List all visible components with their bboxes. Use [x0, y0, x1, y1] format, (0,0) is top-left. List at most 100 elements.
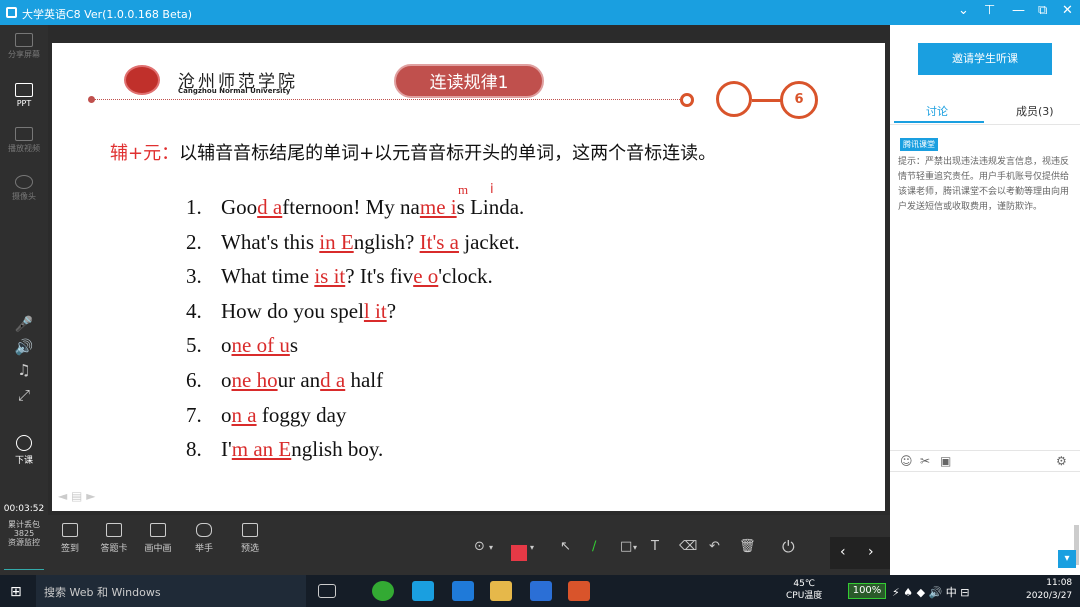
end-class-button[interactable]: 下课 [0, 435, 48, 466]
prev-slide-button[interactable]: ‹ [840, 544, 846, 560]
browser-icon[interactable] [372, 581, 394, 601]
pointer-icon[interactable]: ↖ [560, 539, 571, 554]
chat-send-dropdown-icon[interactable]: ▾ [1058, 550, 1076, 568]
university-name-en: Cangzhou Normal University [178, 87, 291, 95]
example-item: 8. I'm an English boy. [186, 437, 383, 462]
linking-highlight: in E [319, 229, 354, 254]
ppt-button[interactable]: PPT [0, 83, 48, 108]
example-text: nglish? [353, 229, 420, 254]
resource-monitor-link[interactable]: 资源监控 [0, 538, 48, 547]
decorative-ring-small [680, 93, 694, 107]
speaker-icon[interactable]: 🔊 [0, 338, 48, 356]
camera-button[interactable]: 摄像头 [0, 175, 48, 202]
example-text: Goo [221, 195, 258, 219]
active-tab-indicator [894, 121, 984, 123]
pen-size-icon[interactable]: ⊙ [474, 539, 485, 554]
preselect-icon [242, 523, 258, 537]
maximize-button[interactable]: ⧉ [1038, 3, 1047, 18]
picture-in-picture-button[interactable]: 画中画 [140, 523, 176, 554]
system-tray[interactable]: ⚡ ♠ ◆ 🔊 中 ⊟ [892, 584, 969, 600]
rule-prefix: 辅+元： [110, 143, 180, 164]
scissors-icon[interactable]: ✂ [920, 454, 930, 468]
linking-highlight: d a [257, 195, 283, 219]
file-explorer-icon[interactable] [490, 581, 512, 601]
example-text: half [345, 368, 384, 392]
emoji-icon[interactable]: ☺ [900, 454, 913, 468]
share-screen-button[interactable]: 分享屏幕 [0, 33, 48, 60]
tab-members[interactable]: 成员(3) [1016, 103, 1054, 119]
example-text: ? It's fiv [345, 264, 414, 289]
linking-highlight: m an E [231, 437, 292, 462]
text-icon[interactable]: T [651, 539, 659, 554]
settings-icon[interactable]: ⚙ [1056, 454, 1067, 468]
example-number: 3. [186, 264, 202, 289]
task-view-icon[interactable] [318, 584, 336, 598]
audio-waveform [4, 550, 44, 570]
rule-text: 辅+元：以辅音音标结尾的单词+以元音音标开头的单词，这两个音标连读。 [110, 139, 716, 165]
linking-highlight: n a [231, 402, 257, 427]
example-text: ur an [277, 368, 321, 392]
image-icon[interactable]: ▣ [940, 454, 951, 468]
example-item: 7. on a foggy day [186, 403, 346, 428]
example-item: 2. What's this in English? It's a jacket. [186, 230, 520, 255]
trash-icon[interactable]: 🗑 [739, 539, 756, 554]
minimize-button[interactable]: — [1012, 3, 1025, 18]
microphone-icon[interactable]: 🎤 [0, 315, 48, 333]
taskbar-search[interactable]: 搜索 Web 和 Windows [36, 575, 306, 607]
start-button[interactable]: ⊞ [10, 584, 22, 600]
tab-discussion[interactable]: 讨论 [926, 103, 948, 119]
undo-icon[interactable]: ↶ [709, 539, 720, 554]
example-text: What time [221, 264, 315, 289]
shape-icon[interactable]: □ [620, 539, 632, 554]
preselect-button[interactable]: 预选 [232, 523, 268, 554]
slide-title: 连读规律1 [394, 64, 544, 98]
calendar-icon [62, 523, 78, 537]
answer-card-icon [106, 523, 122, 537]
tencent-class-icon[interactable] [412, 581, 434, 601]
windows-taskbar: ⊞ 搜索 Web 和 Windows 45℃ CPU温度 100% ⚡ ♠ ◆ 🔊… [0, 575, 1080, 607]
example-text: o [221, 402, 232, 427]
music-icon[interactable]: ♫ [0, 361, 48, 379]
power-off-icon[interactable]: ⏻ [782, 537, 795, 557]
example-text: foggy day [256, 402, 347, 427]
sign-in-button[interactable]: 签到 [52, 523, 88, 554]
pen-size-dropdown-icon[interactable]: ▾ [489, 543, 493, 552]
example-text: fternoon! My na [282, 195, 420, 219]
example-number: 7. [186, 402, 202, 427]
cpu-temperature: 45℃ CPU温度 [786, 579, 823, 601]
answer-card-button[interactable]: 答题卡 [96, 523, 132, 554]
play-video-button[interactable]: 播放视频 [0, 127, 48, 154]
bottom-toolbar: 签到 答题卡 画中画 举手 预选 ⊙ ▾ ▾ ↖ ∕ □ ▾ T ⌫ ↶ 🗑 ⏻… [48, 515, 890, 575]
system-notice: 提示：严禁出现违法违规发言信息，视违反情节轻重追究责任。用户手机账号仅提供给该课… [898, 157, 1070, 212]
pen-color-swatch[interactable] [511, 545, 527, 561]
clock[interactable]: 11:08 2020/3/27 [1026, 577, 1072, 603]
next-slide-button[interactable]: › [868, 544, 874, 560]
collapse-button[interactable]: ⌄ [958, 3, 969, 18]
close-button[interactable]: ✕ [1062, 3, 1073, 18]
decorative-link-line [752, 99, 782, 102]
example-number: 5. [186, 333, 202, 358]
battery-indicator[interactable]: 100% [848, 583, 886, 599]
shape-dropdown-icon[interactable]: ▾ [633, 543, 637, 552]
invite-students-button[interactable]: 邀请学生听课 [918, 43, 1052, 75]
example-number: 4. [186, 298, 202, 323]
presentation-stage: 沧州师范学院 Cangzhou Normal University 连读规律1 … [48, 25, 890, 515]
wps-writer-icon[interactable] [530, 581, 552, 601]
packet-loss-info: 累计丢包 3825 资源监控 [0, 520, 48, 547]
pin-button[interactable]: ⊤ [984, 3, 995, 18]
linking-highlight: e o [413, 264, 439, 289]
pen-icon[interactable]: ∕ [592, 539, 596, 554]
raise-hand-button[interactable]: 举手 [186, 523, 222, 554]
example-text: I' [221, 437, 232, 462]
pen-color-dropdown-icon[interactable]: ▾ [530, 543, 534, 552]
eraser-icon[interactable]: ⌫ [679, 539, 697, 554]
linking-highlight: It's a [419, 229, 459, 254]
slide-page-nav[interactable]: ◄ ▤ ► [58, 489, 95, 503]
example-number: 6. [186, 368, 202, 392]
example-text: ? [386, 298, 397, 323]
wps-presentation-icon[interactable] [568, 581, 590, 601]
play-video-icon [15, 127, 33, 141]
fullscreen-icon[interactable]: ⤢ [0, 386, 48, 404]
example-number: 1. [186, 195, 202, 219]
tablet-app-icon[interactable] [452, 581, 474, 601]
